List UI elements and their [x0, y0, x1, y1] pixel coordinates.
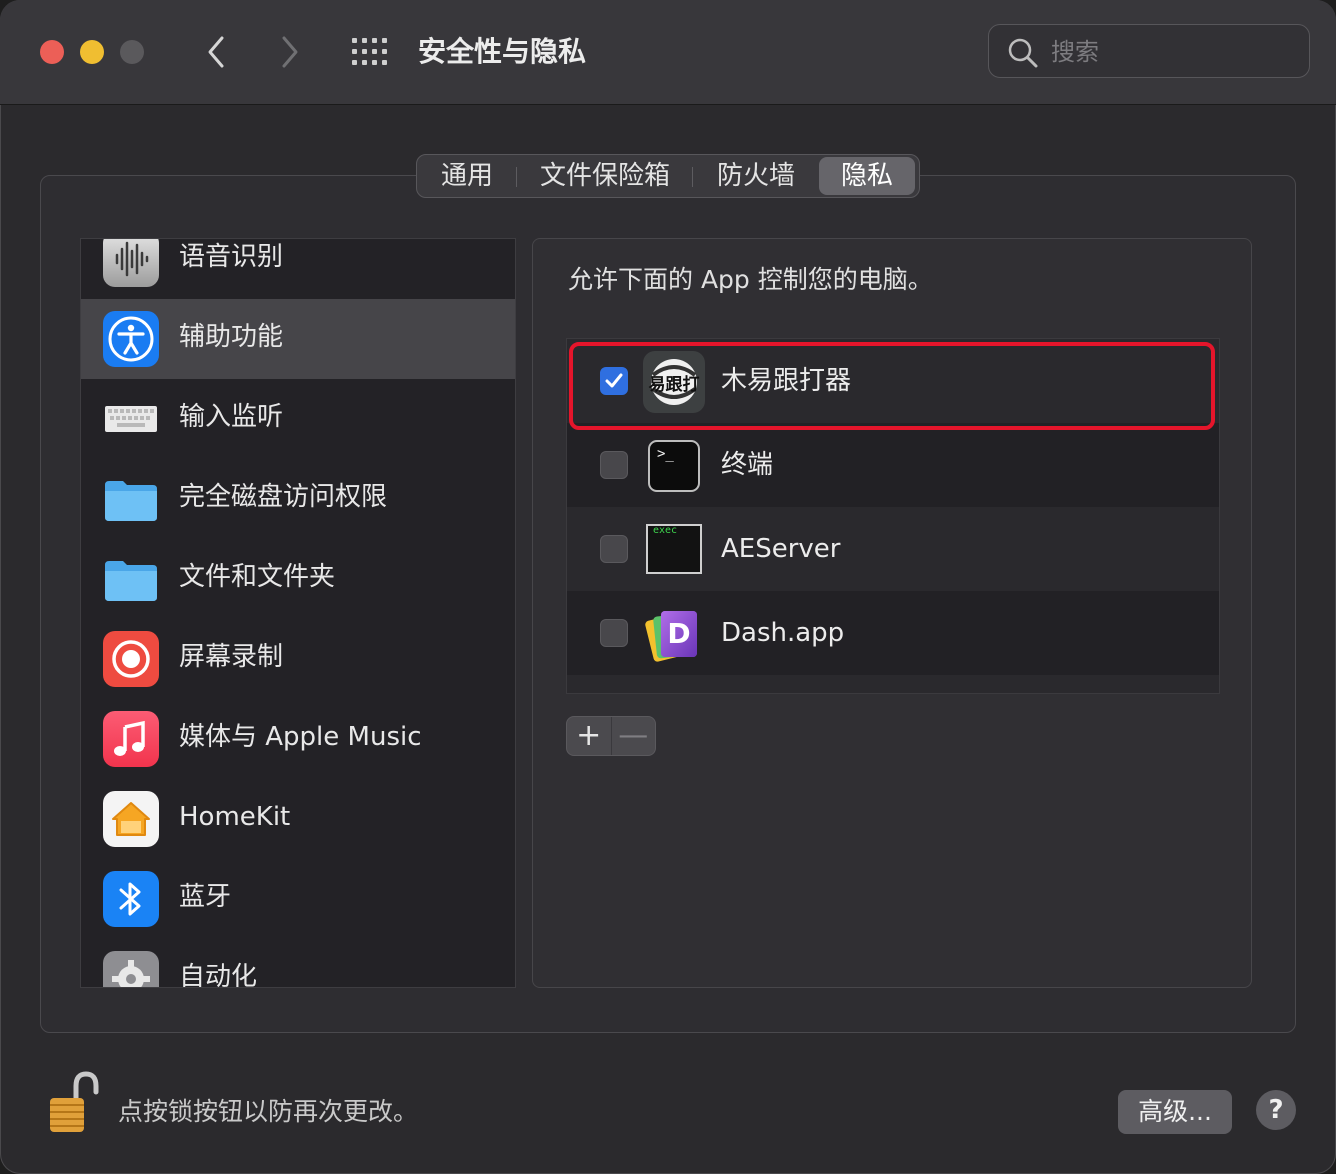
- sidebar-item-full-disk-access[interactable]: 完全磁盘访问权限: [81, 459, 515, 539]
- chevron-left-icon: [208, 36, 224, 68]
- show-all-button[interactable]: [350, 36, 390, 68]
- advanced-button[interactable]: 高级...: [1118, 1090, 1232, 1134]
- tab-privacy[interactable]: 隐私: [819, 157, 915, 195]
- app-list[interactable]: 易跟打 木易跟打器 >_ 终端 exec AEServer D Dash.app: [566, 338, 1220, 694]
- tab-firewall[interactable]: 防火墙: [693, 157, 819, 195]
- gear-icon: [103, 951, 159, 987]
- app-icon-text: D: [667, 617, 691, 650]
- list-item[interactable]: 易跟打 木易跟打器: [567, 339, 1219, 423]
- sidebar-item-bluetooth[interactable]: 蓝牙: [81, 859, 515, 939]
- lock-hint-text: 点按锁按钮以防再次更改。: [118, 1097, 419, 1126]
- app-icon-text: exec: [653, 525, 678, 536]
- folder-icon: [103, 471, 159, 527]
- privacy-category-list[interactable]: 语音识别 辅助功能 输入监听 完全磁盘访问权限 文件和文件夹 屏幕录制 媒体与 …: [80, 238, 516, 988]
- app-checkbox[interactable]: [600, 535, 628, 563]
- back-button[interactable]: [196, 30, 236, 74]
- home-icon: [103, 791, 159, 847]
- zoom-window-button[interactable]: [120, 40, 144, 64]
- sidebar-item-label: 完全磁盘访问权限: [179, 482, 388, 512]
- sidebar-item-accessibility[interactable]: 辅助功能: [81, 299, 515, 379]
- dash-app-icon: D: [643, 603, 705, 665]
- add-app-button[interactable]: +: [567, 717, 612, 755]
- chevron-right-icon: [282, 36, 298, 68]
- forward-button[interactable]: [270, 30, 310, 74]
- sidebar-item-screen-recording[interactable]: 屏幕录制: [81, 619, 515, 699]
- sidebar-item-label: 屏幕录制: [179, 642, 284, 672]
- tab-general[interactable]: 通用: [417, 157, 517, 195]
- sidebar-item-speech-recognition[interactable]: 语音识别: [81, 239, 515, 299]
- app-icon-text: 易跟打: [648, 375, 700, 395]
- sidebar-item-automation[interactable]: 自动化: [81, 939, 515, 988]
- app-name: 木易跟打器: [721, 366, 852, 396]
- waveform-icon: [103, 239, 159, 287]
- tab-bar: 通用 文件保险箱 防火墙 隐私: [416, 154, 920, 198]
- app-icon-text: >_: [657, 446, 674, 462]
- window-title: 安全性与隐私: [418, 35, 587, 68]
- tab-filevault[interactable]: 文件保险箱: [517, 157, 693, 195]
- exec-icon: exec: [643, 519, 705, 581]
- preferences-window: 安全性与隐私 搜索 通用 文件保险箱 防火墙 隐私 语音识别 辅助功能 输入监听…: [0, 0, 1336, 1174]
- sidebar-item-label: 自动化: [179, 962, 258, 988]
- app-name: Dash.app: [721, 618, 845, 648]
- close-window-button[interactable]: [40, 40, 64, 64]
- remove-app-button[interactable]: —: [612, 717, 656, 755]
- title-bar: 安全性与隐私 搜索: [0, 0, 1336, 105]
- folder-icon: [103, 551, 159, 607]
- accessibility-icon: [103, 311, 159, 367]
- app-name: 终端: [721, 450, 774, 480]
- keyboard-icon: [103, 391, 159, 447]
- search-icon: [1008, 38, 1038, 68]
- sidebar-item-label: HomeKit: [179, 802, 291, 832]
- app-name: AEServer: [721, 534, 841, 564]
- list-item[interactable]: D Dash.app: [567, 591, 1219, 675]
- sidebar-item-media-apple-music[interactable]: 媒体与 Apple Music: [81, 699, 515, 779]
- app-checkbox[interactable]: [600, 619, 628, 647]
- panel-description: 允许下面的 App 控制您的电脑。: [568, 265, 933, 294]
- sidebar-item-label: 辅助功能: [179, 322, 284, 352]
- sidebar-item-label: 输入监听: [179, 402, 284, 432]
- checkmark-icon: [605, 373, 623, 388]
- sidebar-item-homekit[interactable]: HomeKit: [81, 779, 515, 859]
- sidebar-item-files-and-folders[interactable]: 文件和文件夹: [81, 539, 515, 619]
- minimize-window-button[interactable]: [80, 40, 104, 64]
- sidebar-item-label: 媒体与 Apple Music: [179, 722, 422, 752]
- terminal-icon: >_: [643, 435, 705, 497]
- sidebar-item-label: 蓝牙: [179, 882, 232, 912]
- search-placeholder: 搜索: [1051, 38, 1099, 66]
- list-item[interactable]: >_ 终端: [567, 423, 1219, 507]
- lock-icon[interactable]: [46, 1068, 102, 1136]
- typing-app-icon: 易跟打: [643, 351, 705, 413]
- app-checkbox[interactable]: [600, 367, 628, 395]
- music-icon: [103, 711, 159, 767]
- sidebar-item-label: 语音识别: [179, 242, 284, 272]
- help-button[interactable]: ?: [1256, 1090, 1296, 1130]
- bluetooth-icon: [103, 871, 159, 927]
- screen-record-icon: [103, 631, 159, 687]
- app-checkbox[interactable]: [600, 451, 628, 479]
- list-item[interactable]: exec AEServer: [567, 507, 1219, 591]
- search-field[interactable]: 搜索: [988, 24, 1310, 78]
- sidebar-item-input-monitoring[interactable]: 输入监听: [81, 379, 515, 459]
- add-remove-control: + —: [566, 716, 656, 756]
- sidebar-item-label: 文件和文件夹: [179, 562, 336, 592]
